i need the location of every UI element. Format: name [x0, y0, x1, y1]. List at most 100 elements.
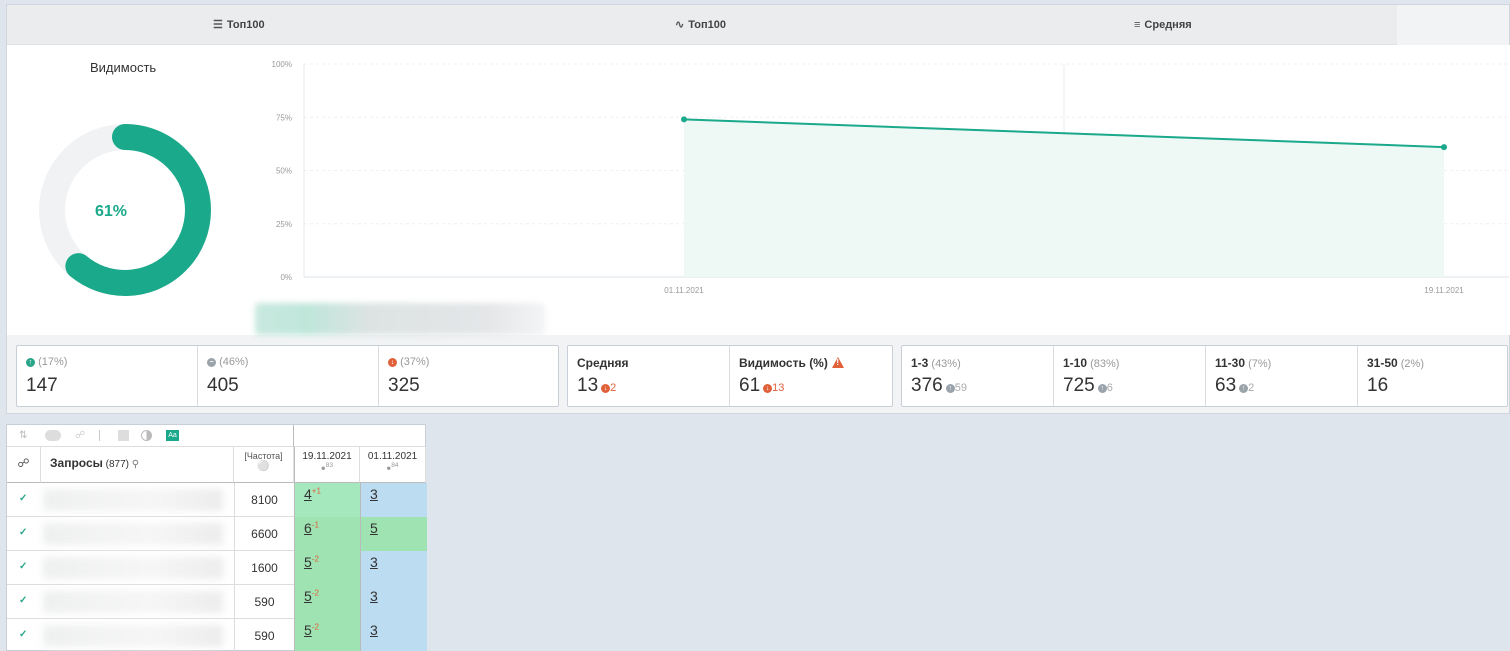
- position-delta: -1: [311, 520, 319, 530]
- stat-delta: 59: [954, 382, 967, 394]
- frequency-cell: 6600: [234, 517, 294, 551]
- position-link[interactable]: 4: [304, 486, 312, 502]
- stat-label: 1-3: [911, 356, 929, 370]
- search-icon[interactable]: ⚲: [132, 459, 139, 470]
- position-link[interactable]: 5: [370, 520, 378, 536]
- stat-value: 405: [207, 375, 239, 396]
- x-tick-label: 19.11.2021: [1424, 286, 1464, 295]
- warning-icon[interactable]: [831, 357, 844, 368]
- blurred-legend: [255, 303, 545, 335]
- position-cell: 3: [360, 483, 427, 517]
- position-delta: -2: [311, 588, 319, 598]
- table-row[interactable]: ✓ 590 5-2 3: [7, 585, 427, 619]
- y-tick-label: 75%: [276, 113, 292, 122]
- stat-average: Средняя 13 ↓ 2: [568, 346, 730, 406]
- position-cell: 5: [360, 517, 427, 551]
- position-link[interactable]: 3: [370, 554, 378, 570]
- check-icon: ✓: [19, 561, 28, 572]
- stat-pct: (43%): [931, 358, 961, 370]
- tab-label: Средняя: [1144, 19, 1192, 31]
- position-cell: 5-2: [294, 551, 360, 585]
- date-header-2[interactable]: 01.11.2021 ●84: [360, 447, 426, 483]
- stat-label: Средняя: [577, 356, 629, 370]
- layers-icon: ☰: [213, 19, 223, 31]
- tab-top100-layers[interactable]: ☰ Топ100: [213, 5, 265, 45]
- tab-top100-trend[interactable]: ∿ Топ100: [675, 5, 726, 45]
- y-tick-label: 25%: [276, 220, 292, 229]
- stat-pct: (83%): [1090, 358, 1120, 370]
- stat-label: 11-30: [1215, 356, 1246, 370]
- stat-label: 31-50: [1367, 356, 1398, 370]
- globe-icon: ⚪: [257, 461, 270, 472]
- stat-range-1-3: 1-3 (43%) 376 ↑ 59: [902, 346, 1054, 406]
- date-label: 01.11.2021: [367, 451, 418, 462]
- frequency-header[interactable]: [Частота] ⚪: [234, 447, 294, 483]
- position-link[interactable]: 5: [304, 588, 312, 604]
- tab-label: Топ100: [226, 19, 265, 31]
- check-icon: ✓: [19, 629, 28, 640]
- visibility-line-chart: 0% 25% 50% 75% 100% 01.11.2021 19.11.2021: [272, 60, 1509, 295]
- stat-up: ↑ (17%) 147: [17, 346, 198, 406]
- stat-value: 325: [388, 375, 420, 396]
- date-header-1[interactable]: 19.11.2021 ●83: [294, 447, 360, 483]
- table-row[interactable]: ✓ 8100 4+1 3: [7, 483, 427, 517]
- blurred-query: [43, 523, 223, 545]
- position-link[interactable]: 5: [304, 554, 312, 570]
- queries-label: Запросы: [50, 456, 103, 470]
- stat-value: 61: [739, 375, 761, 396]
- table-row[interactable]: ✓ 1600 5-2 3: [7, 551, 427, 585]
- stat-range-11-30: 11-30 (7%) 63 ↑ 2: [1206, 346, 1358, 406]
- position-link[interactable]: 3: [370, 588, 378, 604]
- date-sub: 84: [391, 462, 399, 469]
- y-tick-label: 0%: [280, 273, 292, 282]
- date-sub: 83: [325, 462, 334, 469]
- table-row[interactable]: ✓ 590 5-2 3: [7, 619, 427, 651]
- position-cell: 3: [360, 619, 427, 651]
- stat-label: Видимость (%): [739, 356, 828, 370]
- stat-pct: (17%): [38, 356, 68, 368]
- table-row[interactable]: ✓ 6600 6-1 5: [7, 517, 427, 551]
- tab-average[interactable]: ≡ Средняя: [1134, 5, 1192, 45]
- position-link[interactable]: 3: [370, 622, 378, 638]
- trend-icon: ∿: [675, 19, 685, 31]
- visibility-title: Видимость: [90, 60, 157, 75]
- grid-icon[interactable]: [118, 430, 129, 441]
- position-link[interactable]: 6: [304, 520, 312, 536]
- toggle-icon[interactable]: [45, 430, 61, 441]
- stats-average-card: Средняя 13↓2 Видимость (%) 61↓13: [567, 345, 893, 407]
- stat-down: ↓ (37%) 325: [379, 346, 560, 406]
- position-link[interactable]: 5: [304, 622, 312, 638]
- chain-icon: ☍: [17, 456, 30, 470]
- chart-area: Видимость 61% 0% 25% 50% 75% 100% 01.11.2021 1…: [7, 45, 1510, 335]
- link-header[interactable]: ☍: [7, 447, 41, 483]
- check-icon: ✓: [19, 527, 28, 538]
- list-icon: ≡: [1134, 19, 1141, 31]
- date-label: 19.11.2021: [302, 451, 352, 462]
- stats-distribution-card: ↑ (17%) 147 − (46%) 405 ↓ (37%) 325: [16, 345, 559, 407]
- queries-header[interactable]: Запросы (877) ⚲: [41, 447, 234, 483]
- y-tick-label: 50%: [276, 167, 292, 176]
- y-tick-label: 100%: [272, 60, 292, 69]
- blurred-query: [43, 625, 223, 647]
- separator: [99, 430, 100, 441]
- arrow-down-icon: ↓: [601, 384, 611, 393]
- stat-value: 147: [26, 375, 58, 396]
- table-toolbar: ⇅ ☍ Aa: [7, 425, 294, 447]
- stat-value: 63: [1215, 375, 1237, 396]
- position-cell: 3: [360, 551, 427, 585]
- tab-bar: ☰ Топ100 ∿ Топ100 ≡ Средняя: [7, 5, 1397, 45]
- stat-range-1-10: 1-10 (83%) 725 ↑ 6: [1054, 346, 1206, 406]
- font-icon[interactable]: Aa: [166, 430, 179, 441]
- position-link[interactable]: 3: [370, 486, 378, 502]
- statistics-panel: ☰ Топ100 ∿ Топ100 ≡ Средняя Видимость 61% 0…: [6, 4, 1510, 414]
- link-icon[interactable]: ☍: [75, 430, 86, 441]
- position-delta: -2: [311, 554, 319, 564]
- contrast-icon[interactable]: [141, 430, 152, 441]
- check-icon: ✓: [19, 493, 28, 504]
- frequency-cell: 590: [234, 585, 294, 619]
- sort-icon[interactable]: ⇅: [19, 430, 30, 441]
- stat-pct: (37%): [400, 356, 430, 368]
- stat-delta: 2: [1248, 382, 1255, 394]
- toolbar-right: [294, 425, 427, 447]
- data-point: [1441, 144, 1447, 151]
